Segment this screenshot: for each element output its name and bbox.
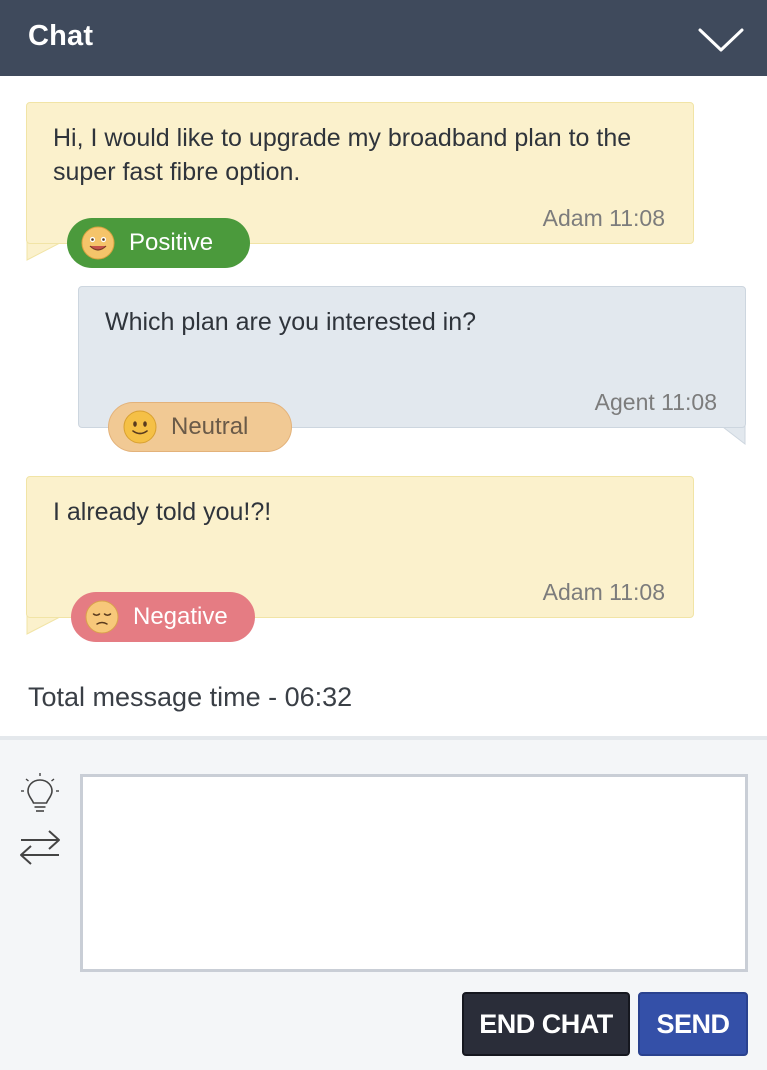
message-meta: Adam 11:08: [542, 579, 665, 605]
sad-face-icon: [85, 600, 119, 634]
transfer-arrows-icon: [20, 830, 60, 865]
chevron-down-icon: [698, 28, 744, 52]
sentiment-badge-neutral: Neutral: [108, 402, 292, 452]
neutral-face-icon: [123, 410, 157, 444]
message-text: Hi, I would like to upgrade my broadband…: [53, 124, 632, 186]
end-chat-button[interactable]: END CHAT: [462, 992, 630, 1056]
message-text: I already told you!?!: [53, 498, 272, 526]
composer: END CHAT SEND: [0, 740, 767, 1070]
sentiment-badge-negative: Negative: [71, 592, 255, 642]
suggestions-button[interactable]: [20, 772, 60, 818]
message-text: Which plan are you interested in?: [105, 308, 477, 336]
sentiment-label: Neutral: [171, 413, 249, 440]
chat-title: Chat: [28, 20, 94, 52]
sentiment-label: Positive: [129, 229, 214, 256]
sentiment-label: Negative: [133, 603, 228, 630]
smile-face-icon: [81, 226, 115, 260]
chat-header: Chat: [0, 0, 767, 76]
transfer-button[interactable]: [18, 828, 62, 868]
message-meta: Adam 11:08: [542, 205, 665, 231]
message-meta: Agent 11:08: [594, 389, 717, 415]
send-button[interactable]: SEND: [638, 992, 748, 1056]
sentiment-badge-positive: Positive: [67, 218, 250, 268]
lightbulb-icon: [21, 773, 59, 812]
total-message-time: Total message time - 06:32: [28, 682, 353, 712]
message-list: Hi, I would like to upgrade my broadband…: [0, 76, 767, 736]
collapse-button[interactable]: [692, 20, 750, 60]
message-input[interactable]: [80, 774, 748, 972]
